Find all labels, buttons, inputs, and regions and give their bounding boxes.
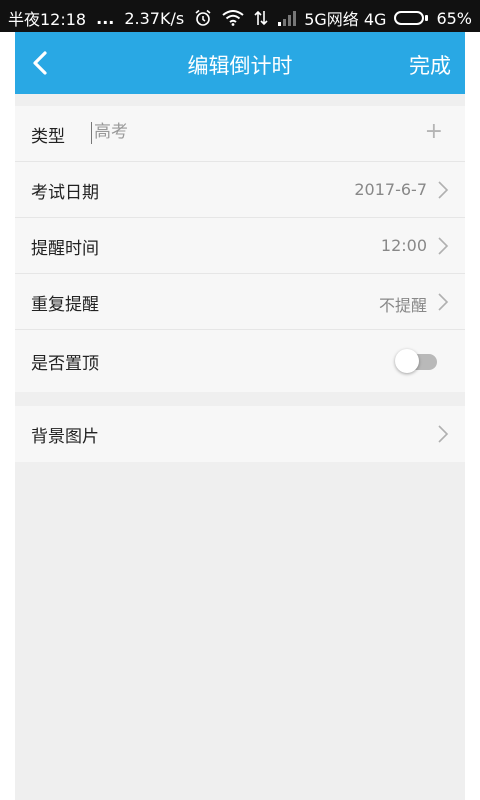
repeat-reminder-label: 重复提醒 — [31, 295, 99, 315]
page-title: 编辑倒计时 — [187, 54, 293, 78]
exam-date-row[interactable]: 考试日期 2017-6-7 — [15, 162, 465, 218]
data-arrows-icon — [254, 10, 268, 26]
alarm-icon — [194, 9, 212, 27]
repeat-reminder-value: 不提醒 — [378, 296, 427, 315]
wifi-icon — [222, 10, 244, 26]
battery-icon — [394, 11, 429, 25]
plus-icon[interactable]: + — [425, 119, 443, 144]
battery-percent: 65% — [436, 8, 472, 28]
reminder-time-row[interactable]: 提醒时间 12:00 — [15, 218, 465, 274]
chevron-right-icon — [437, 293, 449, 311]
network-speed: 2.37K/s — [124, 8, 185, 28]
pin-top-row: 是否置顶 — [15, 330, 465, 392]
app-header: 编辑倒计时 完成 — [15, 32, 465, 94]
settings-group: 类型 高考 + 考试日期 2017-6-7 提醒时间 12:00 重复提醒 不提… — [15, 106, 465, 392]
type-label: 类型 — [31, 127, 65, 147]
background-image-row[interactable]: 背景图片 — [15, 406, 465, 462]
pin-top-toggle[interactable] — [395, 349, 437, 373]
exam-date-label: 考试日期 — [31, 183, 99, 203]
type-input[interactable]: 高考 — [91, 122, 128, 144]
pin-top-label: 是否置顶 — [31, 354, 99, 374]
chevron-right-icon — [437, 425, 449, 443]
status-bar-right: 5G网络 4G 65% — [304, 6, 472, 30]
chevron-right-icon — [437, 181, 449, 199]
form-content: 类型 高考 + 考试日期 2017-6-7 提醒时间 12:00 重复提醒 不提… — [15, 94, 465, 800]
status-bar: 半夜12:18 ... 2.37K/s 5G网络 4G 65% — [0, 0, 480, 32]
reminder-time-label: 提醒时间 — [31, 239, 99, 259]
background-group: 背景图片 — [15, 406, 465, 462]
type-row: 类型 高考 + — [15, 106, 465, 162]
status-dots: ... — [96, 8, 115, 28]
signal-icon — [278, 10, 297, 26]
repeat-reminder-row[interactable]: 重复提醒 不提醒 — [15, 274, 465, 330]
network-type: 5G网络 4G — [304, 10, 387, 29]
background-image-label: 背景图片 — [31, 427, 99, 447]
reminder-time-value: 12:00 — [380, 236, 427, 255]
done-button[interactable]: 完成 — [409, 50, 451, 80]
status-time: 半夜12:18 — [8, 10, 87, 29]
status-bar-left: 半夜12:18 ... 2.37K/s — [8, 6, 297, 30]
exam-date-value: 2017-6-7 — [354, 180, 427, 199]
chevron-right-icon — [437, 237, 449, 255]
toggle-knob — [395, 349, 419, 373]
